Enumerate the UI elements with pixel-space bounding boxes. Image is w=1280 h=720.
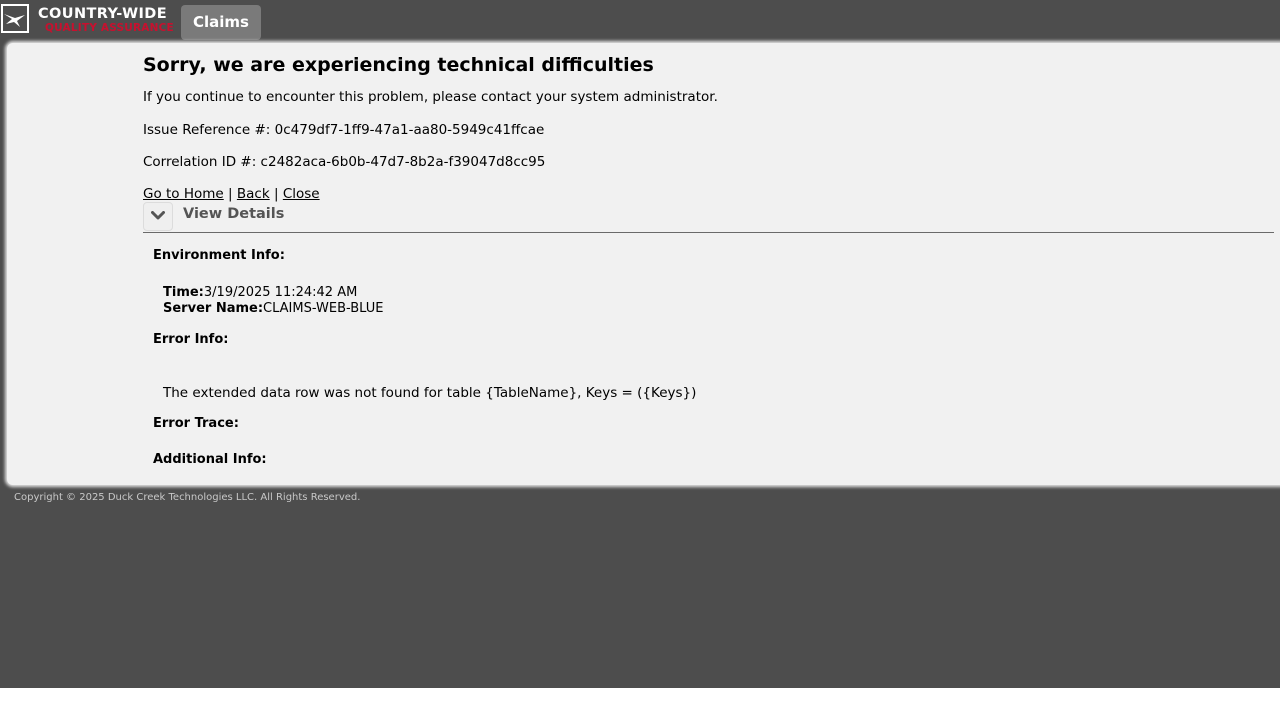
close-link[interactable]: Close: [283, 186, 320, 202]
error-panel: Sorry, we are experiencing technical dif…: [7, 43, 1280, 485]
issue-reference: Issue Reference #: 0c479df7-1ff9-47a1-aa…: [143, 122, 545, 138]
error-info-heading: Error Info:: [153, 332, 229, 347]
correlation-id: Correlation ID #: c2482aca-6b0b-47d7-8b2…: [143, 154, 546, 170]
back-link[interactable]: Back: [237, 186, 270, 202]
go-home-link[interactable]: Go to Home: [143, 186, 224, 202]
chevron-down-icon: [151, 211, 165, 220]
time-row: Time:3/19/2025 11:24:42 AM: [163, 285, 357, 300]
link-separator: |: [273, 186, 279, 202]
server-name-value: CLAIMS-WEB-BLUE: [263, 301, 384, 316]
logo-title: COUNTRY-WIDE: [38, 6, 168, 22]
view-details-label[interactable]: View Details: [183, 206, 284, 222]
nav-links: Go to Home | Back | Close: [143, 186, 320, 202]
copyright-footer: Copyright © 2025 Duck Creek Technologies…: [14, 492, 361, 503]
server-name-row: Server Name:CLAIMS-WEB-BLUE: [163, 301, 383, 316]
error-info-message: The extended data row was not found for …: [163, 385, 697, 401]
tab-claims[interactable]: Claims: [181, 5, 261, 40]
error-title: Sorry, we are experiencing technical dif…: [143, 54, 654, 76]
server-name-label: Server Name:: [163, 301, 264, 316]
link-separator: |: [228, 186, 233, 202]
time-value: 3/19/2025 11:24:42 AM: [203, 285, 358, 300]
company-logo: COUNTRY-WIDE QUALITY ASSURANCE: [0, 3, 178, 36]
app-background: COUNTRY-WIDE QUALITY ASSURANCE Claims So…: [0, 0, 1280, 688]
logo-subtitle: QUALITY ASSURANCE: [45, 22, 174, 34]
details-divider: [143, 232, 1274, 233]
error-trace-heading: Error Trace:: [153, 416, 239, 431]
time-label: Time:: [163, 285, 204, 300]
additional-info-heading: Additional Info:: [153, 452, 267, 467]
environment-info-heading: Environment Info:: [153, 248, 285, 263]
eagle-logo-icon: [1, 4, 29, 33]
error-message: If you continue to encounter this proble…: [143, 89, 718, 105]
view-details-toggle-button[interactable]: [143, 202, 173, 231]
